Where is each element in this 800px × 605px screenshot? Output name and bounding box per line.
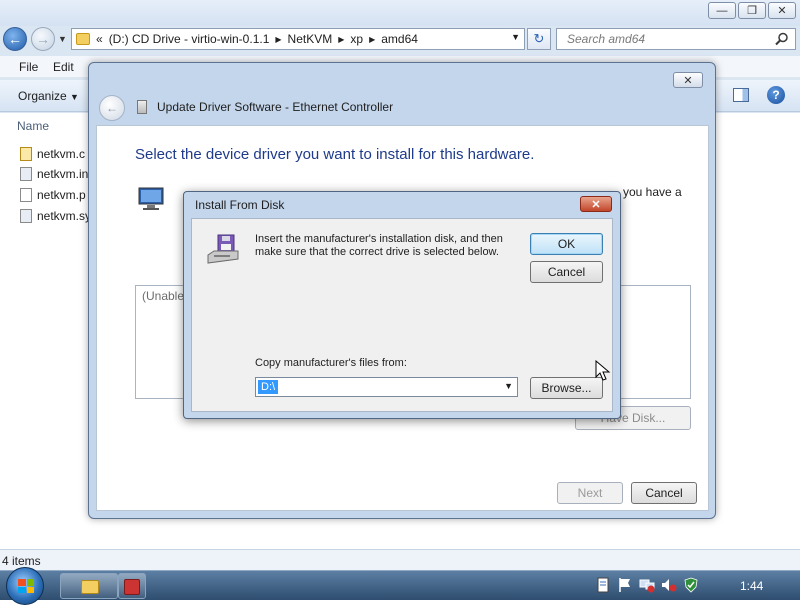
update-dialog-title: Update Driver Software - Ethernet Contro… xyxy=(157,100,394,114)
file-name: netkvm.sy xyxy=(37,209,92,223)
network-error-icon[interactable] xyxy=(639,577,655,593)
system-clock[interactable]: 1:44 xyxy=(740,579,763,593)
list-item[interactable]: netkvm.in xyxy=(20,167,88,181)
taskbar-device-manager-button[interactable] xyxy=(118,573,146,599)
back-button[interactable]: ← xyxy=(3,27,27,51)
monitor-icon xyxy=(138,187,164,210)
explorer-titlebar: — ❐ ✕ xyxy=(0,0,800,26)
address-row: ← → ▼ « (D:) CD Drive - virtio-win-0.1.1… xyxy=(0,26,800,54)
address-dropdown-icon[interactable]: ▼ xyxy=(511,32,520,42)
folder-icon xyxy=(76,33,90,45)
catalog-file-icon xyxy=(20,147,32,161)
list-item[interactable]: netkvm.sy xyxy=(20,209,91,223)
search-icon[interactable] xyxy=(775,32,789,46)
volume-muted-icon[interactable] xyxy=(661,577,677,593)
forward-button[interactable]: → xyxy=(31,27,55,51)
column-header-name[interactable]: Name xyxy=(17,119,49,133)
wizard-cancel-button[interactable]: Cancel xyxy=(631,482,697,504)
file-icon xyxy=(20,188,32,202)
install-instructions: Insert the manufacturer's installation d… xyxy=(255,233,503,258)
wizard-back-button[interactable]: ← xyxy=(99,95,125,121)
organize-label: Organize xyxy=(18,89,67,103)
device-manager-icon xyxy=(124,579,140,595)
setup-info-file-icon xyxy=(20,167,32,181)
copy-from-value[interactable]: D:\ xyxy=(258,380,279,394)
file-name: netkvm.c xyxy=(37,147,86,161)
model-list-status: (Unable xyxy=(142,289,185,303)
next-button[interactable]: Next xyxy=(557,482,623,504)
update-dialog-close-button[interactable]: ✕ xyxy=(673,72,703,88)
breadcrumb-amd64[interactable]: amd64 xyxy=(381,32,418,46)
recent-pages-dropdown[interactable]: ▼ xyxy=(58,34,67,44)
breadcrumb-cd-drive[interactable]: (D:) CD Drive - virtio-win-0.1.1 xyxy=(109,32,270,46)
action-center-flag-icon[interactable] xyxy=(617,577,633,593)
instruction-text-fragment: you have a xyxy=(623,185,682,199)
install-dialog-title: Install From Disk xyxy=(195,198,285,212)
list-item[interactable]: netkvm.c xyxy=(20,147,85,161)
browse-button[interactable]: Browse... xyxy=(530,377,603,399)
install-dialog-body: Insert the manufacturer's installation d… xyxy=(191,218,613,412)
search-box xyxy=(556,28,796,50)
folder-icon xyxy=(81,580,99,594)
help-icon[interactable]: ? xyxy=(767,86,785,104)
taskbar-explorer-button[interactable] xyxy=(60,573,118,599)
breadcrumb-separator-icon[interactable]: ▶ xyxy=(275,35,281,44)
chevron-down-icon: ▼ xyxy=(70,92,79,102)
ok-button[interactable]: OK xyxy=(530,233,603,255)
file-name: netkvm.in xyxy=(37,167,89,181)
wizard-heading: Select the device driver you want to ins… xyxy=(135,146,535,163)
status-bar: 4 items xyxy=(0,549,800,570)
install-dialog-close-button[interactable]: ✕ xyxy=(580,196,612,212)
device-icon xyxy=(137,100,147,114)
organize-button[interactable]: Organize ▼ xyxy=(18,89,79,103)
address-bar[interactable]: « (D:) CD Drive - virtio-win-0.1.1 ▶ Net… xyxy=(71,28,525,50)
security-shield-icon[interactable] xyxy=(683,577,699,593)
preview-pane-icon[interactable] xyxy=(733,88,749,102)
breadcrumb-separator-icon[interactable]: ▶ xyxy=(369,35,375,44)
minimize-button[interactable]: — xyxy=(708,2,736,19)
copy-from-combobox[interactable]: D:\ ▼ xyxy=(255,377,518,397)
refresh-button[interactable]: ↻ xyxy=(527,28,551,50)
menu-edit[interactable]: Edit xyxy=(53,60,74,74)
list-item[interactable]: netkvm.p xyxy=(20,188,86,202)
install-cancel-button[interactable]: Cancel xyxy=(530,261,603,283)
system-tray xyxy=(595,577,699,593)
copy-from-label: Copy manufacturer's files from: xyxy=(255,357,407,369)
windows-logo-icon xyxy=(18,579,34,593)
item-count: 4 items xyxy=(2,554,41,568)
mouse-cursor-icon xyxy=(595,360,611,381)
search-input[interactable] xyxy=(565,31,765,47)
breadcrumb-overflow[interactable]: « xyxy=(96,32,103,46)
breadcrumb-xp[interactable]: xp xyxy=(350,32,363,46)
file-name: netkvm.p xyxy=(37,188,86,202)
maximize-button[interactable]: ❐ xyxy=(738,2,766,19)
breadcrumb-separator-icon[interactable]: ▶ xyxy=(338,35,344,44)
disk-drive-icon xyxy=(207,234,239,264)
chevron-down-icon[interactable]: ▼ xyxy=(504,381,513,391)
taskbar: 1:44 xyxy=(0,567,800,605)
system-file-icon xyxy=(20,209,32,223)
document-icon[interactable] xyxy=(595,577,611,593)
install-from-disk-dialog: Install From Disk ✕ Insert the manufactu… xyxy=(183,191,621,419)
start-button[interactable] xyxy=(6,567,44,605)
window-controls: — ❐ ✕ xyxy=(708,2,796,19)
close-button[interactable]: ✕ xyxy=(768,2,796,19)
menu-file[interactable]: File xyxy=(19,60,38,74)
breadcrumb-netkvm[interactable]: NetKVM xyxy=(288,32,333,46)
